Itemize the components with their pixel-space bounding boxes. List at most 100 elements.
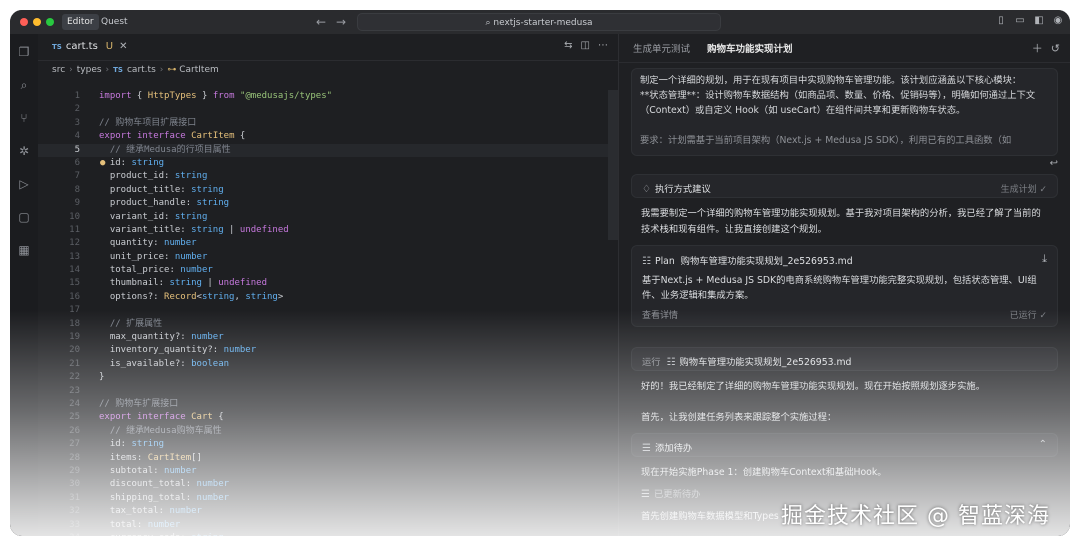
code-line[interactable]: 7 product_id: string bbox=[38, 170, 618, 183]
breadcrumb-symbol[interactable]: CartItem bbox=[179, 65, 219, 75]
code-line[interactable]: 22} bbox=[38, 371, 618, 384]
debug-icon[interactable]: ✲ bbox=[16, 143, 32, 159]
run-card[interactable]: 运行 ☷ 购物车管理功能实现规划_2e526953.md bbox=[631, 347, 1058, 371]
toggle-panel-icon[interactable]: ▭ bbox=[1014, 15, 1026, 27]
list-icon: ☷ bbox=[666, 357, 676, 368]
code-line[interactable]: 21 is_available?: boolean bbox=[38, 358, 618, 371]
code-line[interactable]: 2 bbox=[38, 103, 618, 116]
code-line[interactable]: 16 options?: Record<string, string> bbox=[38, 291, 618, 304]
assistant-reply: 首先，让我创建任务列表来跟踪整个实施过程： bbox=[641, 412, 837, 423]
code-text: // 购物车项目扩展接口 bbox=[99, 117, 197, 128]
source-control-icon[interactable]: ⑂ bbox=[16, 110, 32, 126]
breadcrumb-types[interactable]: types bbox=[77, 65, 102, 75]
breadcrumb-separator-icon: › bbox=[159, 65, 164, 75]
code-line[interactable]: 6 id: string ● bbox=[38, 157, 618, 170]
line-number: 32 bbox=[69, 506, 80, 517]
view-details-link[interactable]: 查看详情 bbox=[642, 308, 678, 321]
code-line[interactable]: 27 id: string bbox=[38, 438, 618, 451]
new-chat-icon[interactable]: ＋ bbox=[1032, 42, 1043, 55]
code-text: thumbnail: string | undefined bbox=[99, 278, 268, 289]
search-icon[interactable]: ⌕ bbox=[16, 77, 32, 93]
reply-line: 我需要制定一个详细的购物车管理功能实现规划。基于我对项目架构的分析，我已经了解了… bbox=[641, 208, 1041, 219]
back-arrow-icon[interactable]: ← bbox=[316, 14, 326, 30]
close-window-button[interactable] bbox=[20, 18, 28, 26]
code-line[interactable]: 14 total_price: number bbox=[38, 264, 618, 277]
checklist-icon: ☰ bbox=[642, 443, 651, 454]
undo-icon[interactable]: ↩ bbox=[1050, 158, 1058, 169]
code-line[interactable]: 18 // 扩展属性 bbox=[38, 318, 618, 331]
code-line[interactable]: 10 variant_id: string bbox=[38, 211, 618, 224]
breadcrumb-file[interactable]: cart.ts bbox=[127, 65, 156, 75]
code-line[interactable]: 33 total: number bbox=[38, 519, 618, 532]
file-tab-cart-ts[interactable]: TS cart.ts U ✕ bbox=[46, 37, 134, 57]
lightbulb-icon[interactable]: ● bbox=[100, 157, 105, 170]
line-number: 21 bbox=[69, 358, 80, 369]
code-line[interactable]: 17 bbox=[38, 304, 618, 317]
maximize-window-button[interactable] bbox=[46, 18, 54, 26]
line-number: 6 bbox=[74, 157, 80, 168]
code-line[interactable]: 13 unit_price: number bbox=[38, 251, 618, 264]
account-icon[interactable]: ◉ bbox=[1052, 15, 1064, 27]
minimize-window-button[interactable] bbox=[33, 18, 41, 26]
code-line[interactable]: 30 discount_total: number bbox=[38, 478, 618, 491]
code-line[interactable]: 1 import { HttpTypes } from "@medusajs/ty… bbox=[38, 90, 618, 103]
expand-chevron-icon[interactable]: ⌃ bbox=[1039, 439, 1047, 450]
breadcrumb-src[interactable]: src bbox=[52, 65, 65, 75]
split-editor-icon[interactable]: ◫ bbox=[581, 40, 590, 51]
code-line[interactable]: 25 export interface Cart { bbox=[38, 411, 618, 424]
toggle-sidebar-icon[interactable]: ▯ bbox=[995, 15, 1007, 27]
more-actions-icon[interactable]: ⋯ bbox=[598, 40, 608, 51]
code-line[interactable]: 20 inventory_quantity?: number bbox=[38, 344, 618, 357]
editor-scrollbar[interactable] bbox=[608, 90, 618, 240]
code-text: // 购物车扩展接口 bbox=[99, 398, 179, 409]
code-line[interactable]: 26 // 继承Medusa购物车属性 bbox=[38, 425, 618, 438]
code-line[interactable]: 29 subtotal: number bbox=[38, 465, 618, 478]
code-text: id: string bbox=[99, 439, 165, 450]
line-number: 11 bbox=[69, 224, 80, 235]
chat-tab-unit-tests[interactable]: 生成单元测试 bbox=[633, 41, 690, 55]
chat-tab-cart-plan[interactable]: 购物车功能实现计划 bbox=[707, 41, 793, 55]
remote-icon[interactable]: ▢ bbox=[16, 209, 32, 225]
plan-desc-line: 基于Next.js + Medusa JS SDK的电商系统购物车管理功能完整实… bbox=[642, 275, 1037, 286]
run-icon[interactable]: ▷ bbox=[16, 176, 32, 192]
history-icon[interactable]: ↺ bbox=[1051, 42, 1060, 55]
assistant-reply: 现在开始实施Phase 1：创建购物车Context和基础Hook。 bbox=[641, 467, 887, 478]
forward-arrow-icon[interactable]: → bbox=[336, 14, 346, 30]
code-line[interactable]: 4 export interface CartItem { bbox=[38, 130, 618, 143]
download-icon[interactable]: ⤓ bbox=[1042, 252, 1047, 266]
code-line[interactable]: 32 tax_total: number bbox=[38, 505, 618, 518]
extensions-icon[interactable]: ▦ bbox=[16, 242, 32, 258]
code-line[interactable]: 24 // 购物车扩展接口 bbox=[38, 398, 618, 411]
code-text: subtotal: number bbox=[99, 465, 197, 476]
line-number: 18 bbox=[69, 318, 80, 329]
code-line[interactable]: 23 bbox=[38, 385, 618, 398]
untracked-badge: U bbox=[105, 41, 114, 52]
code-line[interactable]: 31 shipping_total: number bbox=[38, 492, 618, 505]
prompt-line: 要求：计划需基于当前项目架构（Next.js + Medusa JS SDK），… bbox=[640, 135, 1012, 146]
tab-quest[interactable]: Quest bbox=[96, 14, 133, 30]
code-line[interactable]: 3 // 购物车项目扩展接口 bbox=[38, 117, 618, 130]
code-line[interactable]: 8 product_title: string bbox=[38, 184, 618, 197]
code-line[interactable]: 9 product_handle: string bbox=[38, 197, 618, 210]
compare-icon[interactable]: ⇆ bbox=[564, 40, 572, 51]
code-text: total: number bbox=[99, 519, 181, 530]
code-line[interactable]: 5 // 继承Medusa的行项目属性 bbox=[38, 143, 618, 157]
todo-card[interactable]: ☰ 添加待办 ⌃ bbox=[631, 433, 1058, 457]
code-line[interactable]: 19 max_quantity?: number bbox=[38, 331, 618, 344]
toggle-secondary-sidebar-icon[interactable]: ◧ bbox=[1033, 15, 1045, 27]
line-number: 31 bbox=[69, 492, 80, 503]
code-line[interactable]: 11 variant_title: string | undefined bbox=[38, 224, 618, 237]
tab-editor[interactable]: Editor bbox=[62, 14, 99, 30]
close-tab-icon[interactable]: ✕ bbox=[119, 41, 127, 52]
code-line[interactable]: 12 quantity: number bbox=[38, 237, 618, 250]
plan-card[interactable]: ☷ Plan 购物车管理功能实现规划_2e526953.md ⤓ 基于Next.j… bbox=[631, 245, 1058, 327]
explorer-icon[interactable]: ❐ bbox=[16, 44, 32, 60]
code-text: variant_id: string bbox=[99, 211, 208, 222]
suggestion-card[interactable]: ♢ 执行方式建议 生成计划 ✓ bbox=[631, 174, 1058, 198]
code-line[interactable]: 15 thumbnail: string | undefined bbox=[38, 277, 618, 290]
code-text: max_quantity?: number bbox=[99, 332, 224, 343]
command-search-bar[interactable]: ⌕ nextjs-starter-medusa bbox=[357, 13, 721, 31]
code-line[interactable]: 28 items: CartItem[] bbox=[38, 452, 618, 465]
code-line[interactable]: 34 currency_code: string bbox=[38, 532, 618, 536]
code-area[interactable]: 1 import { HttpTypes } from "@medusajs/ty… bbox=[38, 90, 618, 536]
